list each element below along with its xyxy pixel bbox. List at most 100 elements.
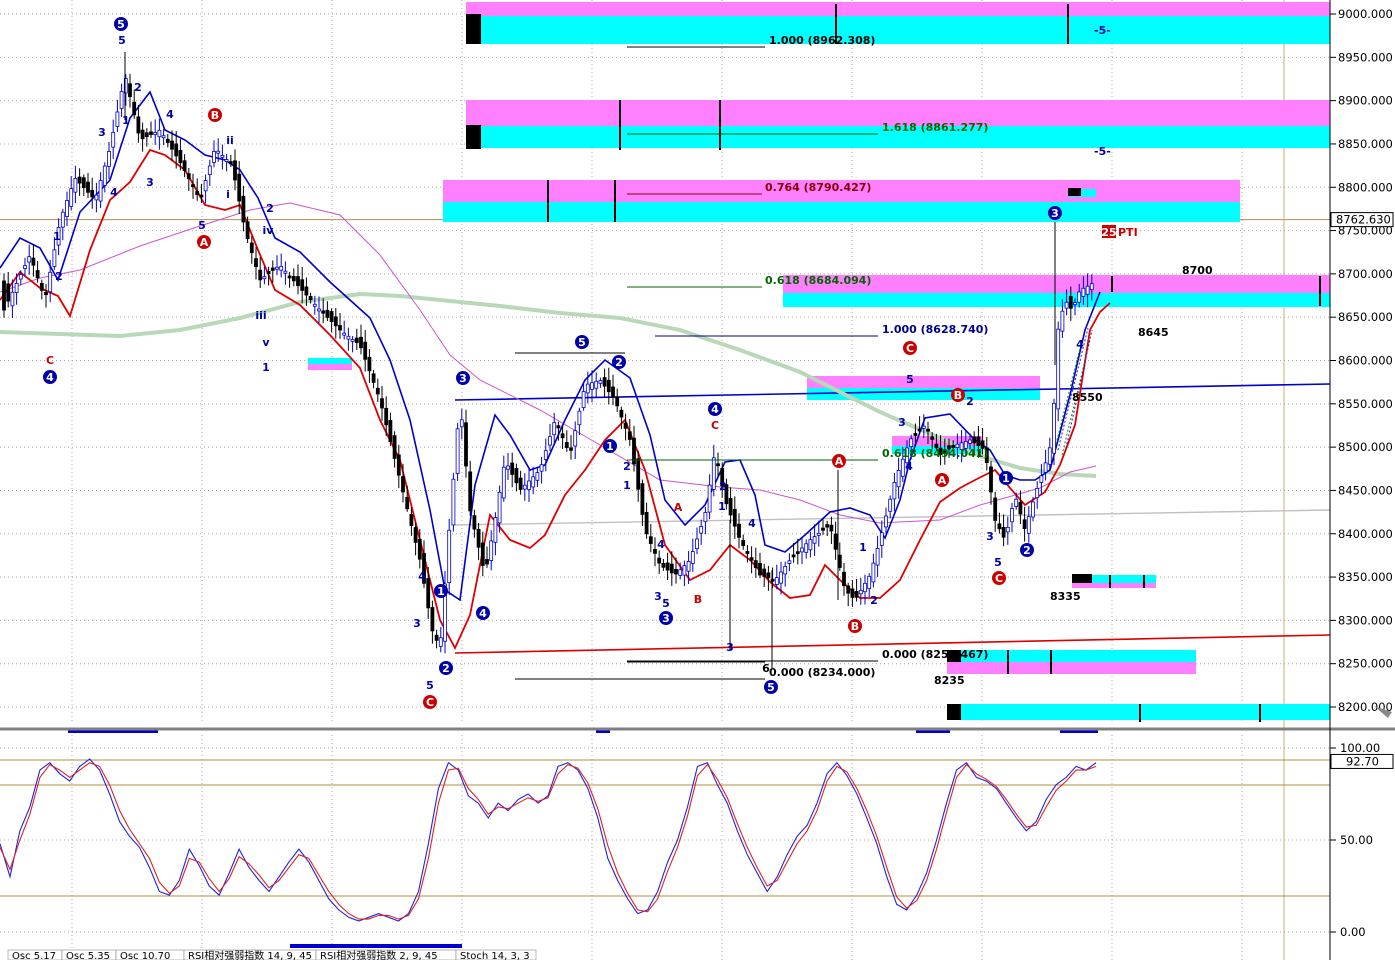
- candle-body: [132, 101, 137, 116]
- candle-body: [69, 188, 74, 207]
- candle-body: [426, 578, 431, 609]
- candle-body: [774, 577, 779, 585]
- candle-body: [573, 430, 578, 447]
- wave-label: iii: [255, 309, 266, 322]
- candle-body: [598, 380, 603, 384]
- indicator-tab[interactable]: RSI相对强弱指数 2, 9, 45: [315, 949, 457, 960]
- candle-body: [157, 129, 162, 138]
- zone-rect: [947, 704, 1330, 720]
- candle-body: [1056, 328, 1061, 410]
- candle-body: [73, 178, 78, 193]
- candle-body: [858, 589, 863, 595]
- wave-label: 1: [718, 500, 726, 513]
- wave-label: 5: [198, 219, 206, 232]
- wave-label: 1: [437, 585, 445, 598]
- osc-tick-label: 100.00: [1340, 741, 1380, 755]
- candle-body: [333, 316, 338, 327]
- candle-body: [1060, 310, 1065, 332]
- wave-label: ii: [226, 134, 234, 147]
- candle-body: [640, 483, 645, 515]
- wave-label: 4: [1076, 338, 1084, 351]
- candle-body: [485, 559, 489, 565]
- indicator-tab-bar[interactable]: Osc 5.17 Osc 5.35 Osc 10.70 RSI相对强弱指数 14, 9…: [7, 944, 537, 960]
- candle-body: [136, 116, 141, 134]
- candle-body: [39, 282, 44, 291]
- candle-body: [1031, 501, 1035, 518]
- candle-body: [846, 585, 851, 594]
- candle-body: [539, 464, 544, 472]
- candle-body: [863, 582, 867, 593]
- candle-body: [552, 422, 557, 436]
- zone-marker: [947, 704, 961, 720]
- wave-label: v: [262, 336, 270, 349]
- candle-body: [354, 337, 359, 343]
- candle-body: [111, 132, 116, 148]
- wave-label: B: [954, 389, 962, 402]
- indicator-tab-label: Osc 10.70: [120, 951, 170, 960]
- pti-tag-label: PTI: [1118, 226, 1138, 239]
- candle-body: [921, 425, 926, 429]
- fib-label: 1.000 (8962.308): [769, 34, 875, 47]
- osc-tick-label: 50.00: [1340, 833, 1373, 847]
- candle-body: [86, 181, 90, 193]
- candle-body: [787, 560, 792, 564]
- candle-body: [703, 512, 708, 523]
- candle-body: [417, 539, 422, 560]
- candle-body: [758, 562, 762, 576]
- indicator-tab[interactable]: Osc 5.35: [61, 949, 117, 960]
- wave-label: 4: [905, 460, 913, 473]
- indicator-tab[interactable]: Stoch 14, 3, 3: [455, 949, 537, 960]
- candle-body: [753, 560, 758, 569]
- candle-body: [615, 396, 620, 407]
- wave-label: 6: [762, 662, 770, 675]
- candle-body: [648, 536, 653, 544]
- candle-body: [930, 436, 935, 440]
- candle-body: [6, 283, 11, 302]
- fib-label: 0.618 (8494.041): [882, 447, 988, 460]
- candle-body: [249, 242, 254, 254]
- candle-body: [472, 515, 477, 530]
- candle-body: [510, 462, 515, 475]
- price-panel[interactable]: 1.000 (8962.308) 1.618 (8861.277) 0.764 (8…: [0, 0, 1331, 960]
- candle-body: [1010, 508, 1014, 523]
- price-annotation: -5-: [1094, 145, 1111, 158]
- candle-body: [291, 275, 296, 282]
- candle-body: [434, 634, 439, 641]
- candle-body: [308, 296, 313, 301]
- wave-label: 1: [859, 541, 867, 554]
- candle-body: [237, 173, 242, 202]
- candle-body: [480, 542, 485, 566]
- indicator-tab[interactable]: RSI相对强弱指数 14, 9, 45: [183, 949, 317, 960]
- pti-tag-number: 25: [1101, 226, 1116, 239]
- indicator-tab[interactable]: Osc 10.70: [115, 949, 185, 960]
- candle-body: [821, 527, 825, 531]
- oscillator-panel[interactable]: [0, 735, 1330, 960]
- zone-rect: [466, 16, 1330, 44]
- candle-body: [501, 466, 506, 499]
- wave-label: 2: [615, 356, 623, 369]
- candle-body: [665, 562, 670, 571]
- candle-body: [497, 491, 502, 524]
- candle-body: [644, 512, 649, 535]
- candle-body: [447, 529, 452, 584]
- candle-body: [94, 194, 99, 201]
- wave-label: 1: [623, 479, 631, 492]
- wave-label: 1: [1002, 472, 1010, 485]
- candle-body: [808, 539, 813, 551]
- candle-body: [762, 568, 767, 577]
- candle-body: [1005, 527, 1010, 533]
- candle-body: [178, 149, 183, 164]
- candle-body: [329, 311, 334, 322]
- candle-body: [522, 484, 527, 490]
- candle-body: [2, 280, 6, 311]
- oscillator-axis[interactable]: 100.00 50.00 0.00 92.70: [1330, 741, 1394, 939]
- candle-body: [283, 270, 288, 274]
- candle-body: [468, 471, 473, 512]
- candle-body: [275, 266, 279, 270]
- indicator-tab[interactable]: Osc 5.17: [7, 949, 63, 960]
- chart-workspace[interactable]: 1.000 (8962.308) 1.618 (8861.277) 0.764 (8…: [0, 0, 1395, 960]
- wave-label: A: [674, 501, 683, 514]
- zone-rect: [466, 2, 1330, 16]
- candle-body: [459, 419, 464, 428]
- price-axis[interactable]: 9000.000 8950.000 8900.000 8850.000 8800.000…: [1329, 0, 1394, 960]
